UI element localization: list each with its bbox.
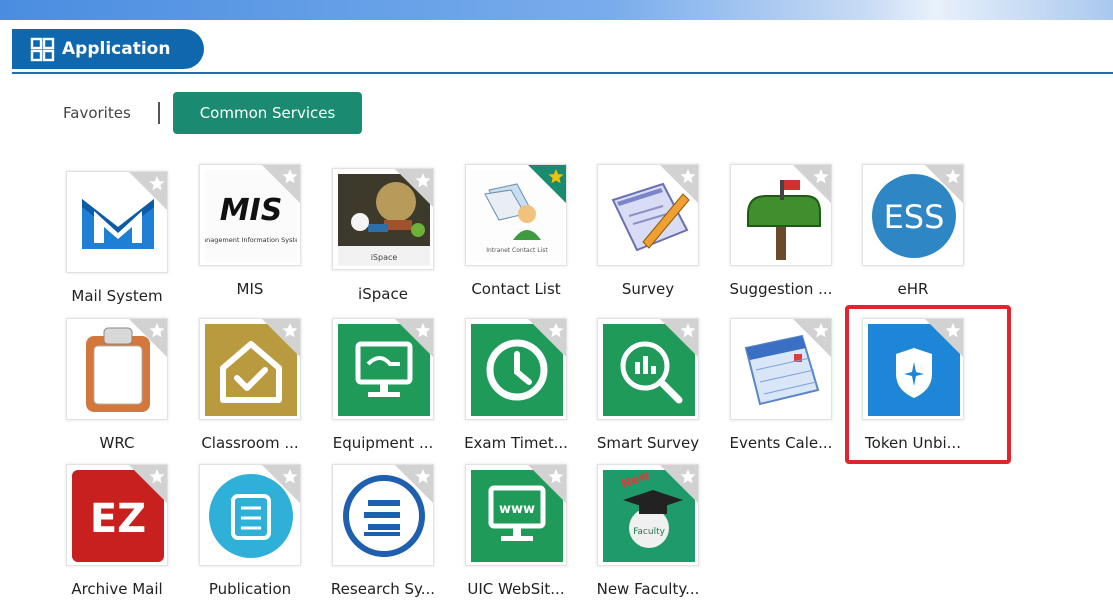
favorite-star-icon[interactable]: [261, 318, 301, 358]
app-tile-frame: [66, 318, 168, 420]
app-label-mail-system[interactable]: Mail System: [47, 287, 187, 305]
app-tile-frame: [730, 164, 832, 266]
app-label-classroom[interactable]: Classroom ...: [180, 434, 320, 452]
app-tile-suggestion[interactable]: [730, 164, 832, 266]
app-label-events-calendar[interactable]: Events Cale...: [711, 434, 851, 452]
app-label-new-faculty[interactable]: New Faculty...: [578, 580, 718, 598]
contact-list-logo-text: Intranet Contact List: [486, 247, 548, 254]
app-label-ispace[interactable]: iSpace: [313, 285, 453, 303]
favorite-star-icon[interactable]: [128, 464, 168, 504]
app-tile-survey[interactable]: [597, 164, 699, 266]
favorite-star-icon[interactable]: [659, 464, 699, 504]
app-tile-classroom[interactable]: [199, 318, 301, 420]
favorite-star-icon[interactable]: [394, 168, 434, 208]
header-divider: [12, 72, 1113, 74]
app-tile-frame: MIS Management Information System: [199, 164, 301, 266]
app-tile-research-system[interactable]: [332, 464, 434, 566]
www-text: www: [499, 502, 535, 517]
favorite-star-icon[interactable]: [527, 464, 567, 504]
favorite-star-icon[interactable]: [924, 164, 964, 204]
app-label-contact-list[interactable]: Contact List: [446, 280, 586, 298]
tab-separator: [158, 102, 160, 124]
top-banner: [0, 0, 1113, 20]
app-tile-frame: Intranet Contact List: [465, 164, 567, 266]
app-tile-frame: [465, 318, 567, 420]
app-tile-frame: EZ: [66, 464, 168, 566]
favorite-star-icon[interactable]: [394, 464, 434, 504]
app-tile-frame: [332, 464, 434, 566]
favorite-star-icon[interactable]: [527, 318, 567, 358]
app-tile-equipment[interactable]: [332, 318, 434, 420]
highlight-box: [845, 305, 1011, 464]
ispace-logo-text: iSpace: [371, 253, 398, 262]
favorite-star-icon[interactable]: [659, 164, 699, 204]
app-tile-frame: iSpace: [332, 168, 434, 270]
app-tile-ispace[interactable]: iSpace: [332, 168, 434, 270]
app-tile-frame: [597, 318, 699, 420]
app-tile-frame: New Faculty: [597, 464, 699, 566]
app-tile-frame: www: [465, 464, 567, 566]
app-tile-frame: [199, 318, 301, 420]
app-label-suggestion[interactable]: Suggestion ...: [711, 280, 851, 298]
app-tile-smart-survey[interactable]: [597, 318, 699, 420]
app-tile-publication[interactable]: [199, 464, 301, 566]
tab-favorites[interactable]: Favorites: [63, 104, 131, 122]
app-tile-frame: ESS: [862, 164, 964, 266]
app-tile-contact-list[interactable]: Intranet Contact List: [465, 164, 567, 266]
favorite-star-icon[interactable]: [659, 318, 699, 358]
app-label-uic-website[interactable]: UIC WebSit...: [446, 580, 586, 598]
favorite-star-icon[interactable]: [128, 171, 168, 211]
app-label-exam-timetable[interactable]: Exam Timet...: [446, 434, 586, 452]
app-tile-wrc[interactable]: [66, 318, 168, 420]
faculty-text: Faculty: [633, 527, 666, 537]
favorite-star-icon[interactable]: [527, 164, 567, 204]
app-label-research-system[interactable]: Research Sy...: [313, 580, 453, 598]
app-label-mis[interactable]: MIS: [180, 280, 320, 298]
app-tile-uic-website[interactable]: www: [465, 464, 567, 566]
grid-icon: [30, 37, 55, 61]
app-label-survey[interactable]: Survey: [578, 280, 718, 298]
mis-logo-subtext: Management Information System: [205, 236, 297, 244]
app-tile-archive-mail[interactable]: EZ: [66, 464, 168, 566]
favorite-star-icon[interactable]: [261, 464, 301, 504]
app-tile-mis[interactable]: MIS Management Information System: [199, 164, 301, 266]
page-title: Application: [62, 39, 171, 59]
favorite-star-icon[interactable]: [261, 164, 301, 204]
favorite-star-icon[interactable]: [128, 318, 168, 358]
app-tile-mail-system[interactable]: [66, 171, 168, 273]
app-label-smart-survey[interactable]: Smart Survey: [578, 434, 718, 452]
app-tile-frame: [66, 171, 168, 273]
app-label-publication[interactable]: Publication: [180, 580, 320, 598]
favorite-star-icon[interactable]: [394, 318, 434, 358]
favorite-star-icon[interactable]: [792, 318, 832, 358]
app-tile-frame: [730, 318, 832, 420]
app-tile-frame: [597, 164, 699, 266]
application-header-tab: Application: [12, 29, 204, 69]
app-label-archive-mail[interactable]: Archive Mail: [47, 580, 187, 598]
app-label-equipment[interactable]: Equipment ...: [313, 434, 453, 452]
app-tile-ehr[interactable]: ESS: [862, 164, 964, 266]
app-label-ehr[interactable]: eHR: [843, 280, 983, 298]
app-tile-exam-timetable[interactable]: [465, 318, 567, 420]
favorite-star-icon[interactable]: [792, 164, 832, 204]
app-label-wrc[interactable]: WRC: [47, 434, 187, 452]
app-tile-new-faculty[interactable]: New Faculty: [597, 464, 699, 566]
tab-common-services[interactable]: Common Services: [173, 92, 362, 134]
app-tile-frame: [332, 318, 434, 420]
app-tile-events-calendar[interactable]: [730, 318, 832, 420]
app-tile-frame: [199, 464, 301, 566]
